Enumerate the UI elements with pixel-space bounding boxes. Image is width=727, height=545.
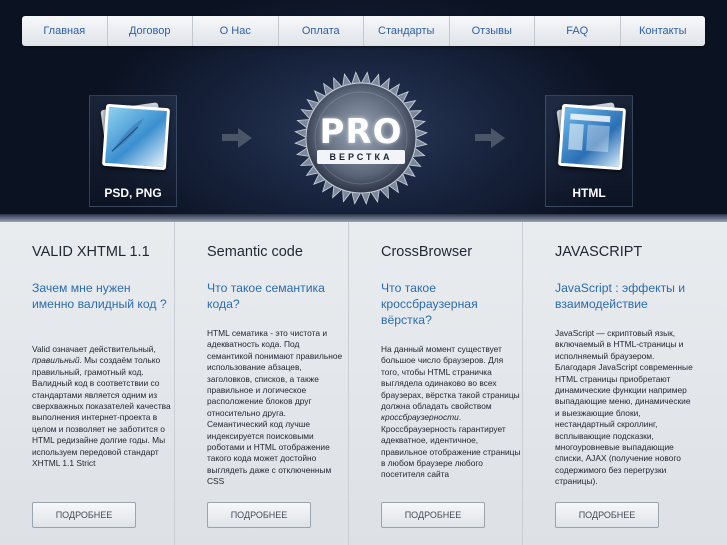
feature-description: На данный момент существует большое числ… (381, 344, 521, 480)
more-button-crossbrowser[interactable]: ПОДРОБНЕЕ (381, 502, 485, 528)
feature-subtitle: Зачем мне нужен именно валидный код ? (32, 281, 167, 311)
pro-verstka-logo: PRO ВЕРСТКА (293, 70, 429, 206)
nav-item-contract[interactable]: Договор (108, 16, 193, 46)
more-button-javascript[interactable]: ПОДРОБНЕЕ (555, 502, 659, 528)
design-files-label: PSD, PNG (104, 186, 162, 200)
feature-subtitle: JavaScript : эффекты и взаимодействие (555, 281, 686, 311)
nav-item-home[interactable]: Главная (22, 16, 108, 46)
html-result-panel: HTML (545, 95, 633, 207)
nav-item-about[interactable]: О Нас (193, 16, 279, 46)
features-section: VALID XHTML 1.1 Зачем мне нужен именно в… (0, 222, 727, 545)
feature-subtitle: Что такое семантика кода? (207, 281, 325, 311)
feature-column-crossbrowser: CrossBrowser Что такое кроссбраузерная в… (348, 222, 523, 545)
main-navigation: Главная Договор О Нас Оплата Стандарты О… (22, 16, 705, 46)
emphasis-text: правильный (32, 355, 80, 366)
page-layout-icon (568, 113, 611, 153)
more-button-semantic-code[interactable]: ПОДРОБНЕЕ (207, 502, 311, 528)
feature-title: VALID XHTML 1.1 (32, 244, 150, 260)
feature-column-valid-xhtml: VALID XHTML 1.1 Зачем мне нужен именно в… (0, 222, 174, 545)
html-result-label: HTML (572, 186, 606, 200)
image-file-icon (101, 103, 171, 171)
more-button-valid-xhtml[interactable]: ПОДРОБНЕЕ (32, 502, 136, 528)
feature-title: CrossBrowser (381, 244, 473, 260)
feature-description: HTML сематика - это чистота и адекватнос… (207, 328, 343, 487)
logo-subtext: ВЕРСТКА (317, 150, 405, 164)
nav-item-contacts[interactable]: Контакты (621, 16, 706, 46)
hero-banner: Главная Договор О Нас Оплата Стандарты О… (0, 0, 727, 222)
nav-item-faq[interactable]: FAQ (535, 16, 621, 46)
feature-subtitle: Что такое кроссбраузерная вёрстка? (381, 281, 478, 327)
emphasis-text: кроссбраузерности (381, 412, 459, 423)
feature-column-javascript: JAVASCRIPT JavaScript : эффекты и взаимо… (522, 222, 697, 545)
feature-title: Semantic code (207, 244, 303, 260)
nav-item-payment[interactable]: Оплата (279, 16, 364, 46)
logo-text: PRO (319, 112, 403, 152)
nav-item-standards[interactable]: Стандарты (364, 16, 450, 46)
feather-icon (111, 117, 145, 152)
nav-item-reviews[interactable]: Отзывы (450, 16, 535, 46)
design-files-panel: PSD, PNG (89, 95, 177, 207)
feature-description: Valid означает действительный, правильны… (32, 344, 171, 469)
feature-column-semantic-code: Semantic code Что такое семантика кода? … (174, 222, 349, 545)
feature-title: JAVASCRIPT (555, 244, 643, 260)
html-file-icon (557, 103, 627, 171)
feature-description: JavaScript — скриптовый язык, включаемый… (555, 328, 693, 487)
